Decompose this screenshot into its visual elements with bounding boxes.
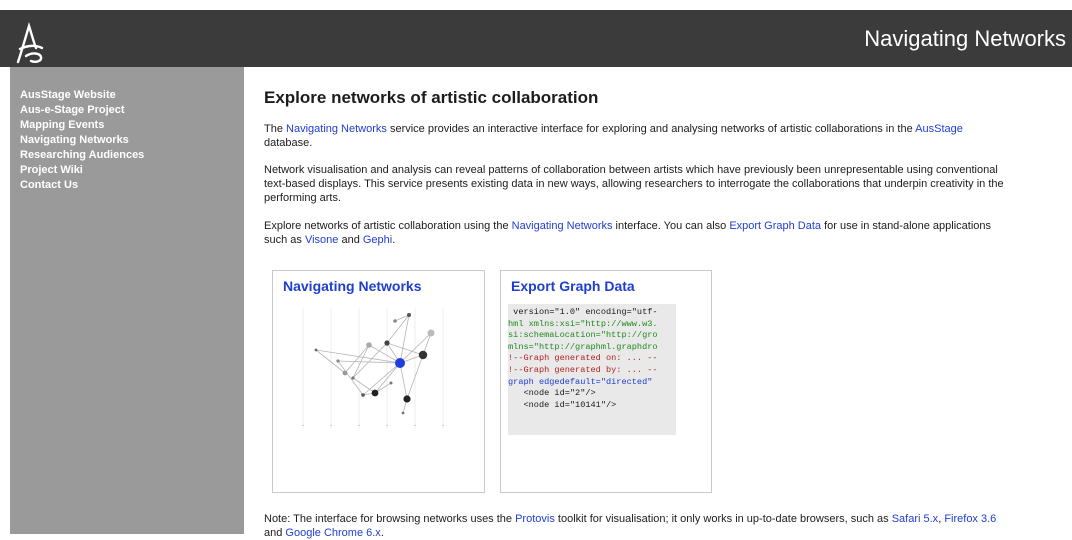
code-line: hml xmlns:xsi="http://www.w3. (508, 318, 658, 329)
sidebar-item-project-wiki[interactable]: Project Wiki (20, 163, 244, 178)
sidebar-item-navigating-networks[interactable]: Navigating Networks (20, 133, 244, 148)
visone-link[interactable]: Visone (305, 234, 338, 246)
code-line: <node id="10141"/> (508, 399, 617, 410)
sidebar-item-mapping-events[interactable]: Mapping Events (20, 118, 244, 133)
browser-note-paragraph: Note: The interface for browsing network… (264, 513, 997, 539)
intro-paragraph: The Navigating Networks service provides… (264, 123, 963, 149)
code-line: graph edgedefault="directed" (508, 376, 653, 387)
ausstage-link[interactable]: AusStage (915, 123, 963, 135)
sidebar-item-contact-us[interactable]: Contact Us (20, 178, 244, 193)
page-title: Explore networks of artistic collaborati… (264, 88, 599, 107)
code-line: mlns="http://graphml.graphdro (508, 341, 658, 352)
code-line: !--Graph generated on: ... -- (508, 353, 658, 364)
network-visualisation-paragraph: Network visualisation and analysis can r… (264, 164, 1004, 204)
sidebar-item-researching-audiences[interactable]: Researching Audiences (20, 148, 244, 163)
site-title: Navigating Networks (864, 26, 1066, 51)
code-line: <node id="2"/> (508, 388, 596, 399)
navigating-networks-card[interactable]: Navigating Networks (272, 270, 485, 493)
ausstage-logo-icon[interactable] (14, 22, 48, 64)
gephi-link[interactable]: Gephi (363, 234, 392, 246)
sidebar-item-aus-e-stage-project[interactable]: Aus-e-Stage Project (20, 103, 244, 118)
site-header: Navigating Networks (0, 10, 1072, 67)
export-graph-data-card-title[interactable]: Export Graph Data (511, 278, 635, 294)
safari-link[interactable]: Safari 5.x (892, 513, 938, 525)
graphml-code-preview: version="1.0" encoding="utf-hml xmlns:xs… (508, 304, 676, 435)
code-line: version="1.0" encoding="utf- (508, 307, 658, 317)
chrome-link[interactable]: Google Chrome 6.x (285, 527, 380, 539)
navigating-networks-link[interactable]: Navigating Networks (286, 123, 387, 135)
navigating-networks-card-title[interactable]: Navigating Networks (283, 278, 421, 294)
sidebar: AusStage Website Aus-e-Stage Project Map… (10, 67, 244, 534)
main-content: Explore networks of artistic collaborati… (262, 67, 1072, 539)
explore-paragraph: Explore networks of artistic collaborati… (264, 220, 992, 246)
navigating-networks-interface-link[interactable]: Navigating Networks (512, 220, 613, 232)
code-line: !--Graph generated by: ... -- (508, 364, 658, 375)
protovis-link[interactable]: Protovis (515, 513, 555, 525)
sidebar-item-ausstage-website[interactable]: AusStage Website (20, 88, 244, 103)
network-graph-thumbnail (302, 308, 444, 428)
export-graph-data-card[interactable]: Export Graph Data version="1.0" encoding… (500, 270, 712, 493)
firefox-link[interactable]: Firefox 3.6 (944, 513, 996, 525)
export-graph-data-link[interactable]: Export Graph Data (729, 220, 821, 232)
code-line: si:schemaLocation="http://gro (508, 330, 658, 341)
